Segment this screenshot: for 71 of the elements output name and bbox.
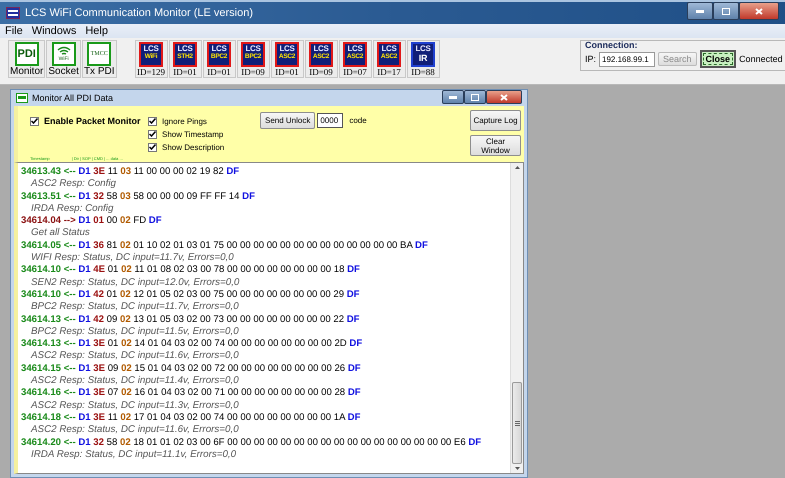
code-field[interactable]: 0000 bbox=[317, 113, 344, 128]
maximize-icon bbox=[722, 8, 730, 14]
checkbox-label: Show Timestamp bbox=[162, 130, 224, 138]
wifi-signal-icon bbox=[56, 46, 71, 56]
minimize-button[interactable] bbox=[687, 2, 713, 20]
packet-description: ASC2 Resp: Status, DC input=11.6v, Errors=0,0 bbox=[30, 424, 240, 437]
pdi-icon bbox=[16, 93, 28, 103]
checkmark-icon bbox=[31, 118, 38, 124]
menu-item[interactable]: Windows bbox=[32, 25, 76, 37]
packet-line: 34614.04 --> D1 01 00 02 FD DF bbox=[21, 215, 163, 228]
scroll-up-icon bbox=[514, 166, 520, 169]
ip-field[interactable]: 192.168.99.1 bbox=[599, 52, 656, 66]
packet-line: 34614.18 <-- D1 3E 11 02 17 01 04 03 02 00 74 00 00 00 00 00 00 00 00 1A DF bbox=[21, 412, 362, 424]
packet-line: 34613.43 <-- D1 3E 11 03 11 00 00 00 02 19 82 DF bbox=[21, 166, 240, 178]
device-button[interactable]: LCS IR ID=88 bbox=[406, 40, 440, 78]
menu-item[interactable]: File bbox=[5, 25, 23, 37]
packet-description: SEN2 Resp: Status, DC input=12.0v, Errors=0,0 bbox=[30, 276, 240, 289]
minimize-icon bbox=[696, 10, 704, 12]
packet-description: ASC2 Resp: Config bbox=[30, 178, 117, 191]
send-unlock-button[interactable]: Send Unlock bbox=[260, 112, 316, 129]
scroll-thumb[interactable] bbox=[512, 382, 522, 464]
packet-line: 34614.10 <-- D1 4E 01 02 11 01 08 02 03 00 78 00 00 00 00 00 00 00 00 18 DF bbox=[21, 264, 361, 277]
grip-icon bbox=[514, 420, 520, 426]
packet-description: ASC2 Resp: Status, DC input=11.3v, Errors=0,0 bbox=[30, 400, 240, 412]
ip-label: IP: bbox=[585, 54, 596, 64]
close-icon bbox=[500, 94, 508, 100]
app-icon bbox=[6, 7, 20, 19]
packet-description: Get all Status bbox=[30, 227, 91, 240]
minimize-icon bbox=[449, 96, 457, 98]
checkbox[interactable] bbox=[148, 116, 157, 126]
minimize-button[interactable] bbox=[442, 90, 464, 104]
connection-status: Connected bbox=[739, 54, 783, 64]
packet-line: 34613.51 <-- D1 32 58 03 58 00 00 00 09 FF FF 14 DF bbox=[21, 190, 256, 203]
packet-description: WIFI Resp: Status, DC input=11.7v, Errors=0,0 bbox=[30, 252, 235, 264]
packet-line: 34614.15 <-- D1 3E 09 02 15 01 04 03 02 00 72 00 00 00 00 00 00 00 00 26 DF bbox=[21, 362, 362, 376]
checkbox[interactable] bbox=[30, 116, 39, 126]
packet-description: ASC2 Resp: Status, DC input=11.4v, Errors=0,0 bbox=[30, 375, 240, 388]
checkbox[interactable] bbox=[148, 130, 157, 138]
packet-description: BPC2 Resp: Status, DC input=11.7v, Errors=0,0 bbox=[30, 301, 240, 314]
checkbox-label: Ignore Pings bbox=[162, 116, 207, 126]
clear-window-button[interactable]: Clear Window bbox=[470, 135, 521, 156]
device-icon: LCS IR bbox=[411, 42, 435, 67]
checkbox-label: Enable Packet Monitor bbox=[44, 116, 141, 126]
maximize-button[interactable] bbox=[464, 90, 486, 104]
packet-description: BPC2 Resp: Status, DC input=11.5v, Errors=0,0 bbox=[30, 326, 240, 338]
packet-line: 34614.20 <-- D1 32 58 02 18 01 01 02 03 00 6F 00 00 00 00 00 00 00 00 00 00 00 00 00 00 00 00 00 E6 DF bbox=[21, 436, 482, 449]
packet-description: IRDA Resp: Config bbox=[30, 202, 114, 216]
packet-line: 34614.13 <-- D1 42 09 02 13 01 05 03 02 00 73 00 00 00 00 00 00 00 00 22 DF bbox=[21, 314, 361, 326]
capture-log-button[interactable]: Capture Log bbox=[470, 110, 521, 131]
close-connection-button[interactable]: Close bbox=[700, 50, 736, 68]
packet-line: 34614.16 <-- D1 3E 07 02 16 01 04 03 02 00 71 00 00 00 00 00 00 00 00 28 DF bbox=[21, 387, 362, 400]
packet-line: 34614.10 <-- D1 42 01 02 12 01 05 02 03 00 75 00 00 00 00 00 00 00 00 29 DF bbox=[21, 288, 361, 302]
checkbox-label: Show Description bbox=[162, 142, 224, 152]
group-title: Connection: bbox=[585, 40, 638, 50]
packet-description: ASC2 Resp: Status, DC input=11.6v, Errors=0,0 bbox=[30, 350, 240, 363]
window-title: LCS WiFi Communication Monitor (LE version) bbox=[25, 7, 254, 19]
packet-line: 34614.13 <-- D1 3E 01 02 14 01 04 03 02 00 74 00 00 00 00 00 00 00 00 2D DF bbox=[21, 338, 364, 350]
close-button[interactable] bbox=[739, 2, 779, 20]
packet-description: IRDA Resp: Status, DC input=11.1v, Errors=0,0 bbox=[30, 448, 238, 462]
maximize-icon bbox=[471, 94, 479, 100]
window-title: Monitor All PDI Data bbox=[32, 93, 114, 103]
maximize-button[interactable] bbox=[713, 2, 739, 20]
code-label: code bbox=[349, 116, 367, 125]
menu-item[interactable]: Help bbox=[85, 25, 108, 37]
close-button[interactable] bbox=[486, 90, 522, 104]
toolbar-button[interactable]: PDI Monitor bbox=[8, 40, 46, 78]
checkbox[interactable] bbox=[148, 142, 157, 152]
scroll-down-icon bbox=[514, 467, 520, 470]
close-icon bbox=[755, 8, 763, 14]
pdi-icon: PDI bbox=[14, 42, 39, 66]
packet-line: 34614.05 <-- D1 36 81 02 01 10 02 01 03 01 75 00 00 00 00 00 00 00 00 00 00 00 00 00 BA DF bbox=[21, 240, 429, 252]
